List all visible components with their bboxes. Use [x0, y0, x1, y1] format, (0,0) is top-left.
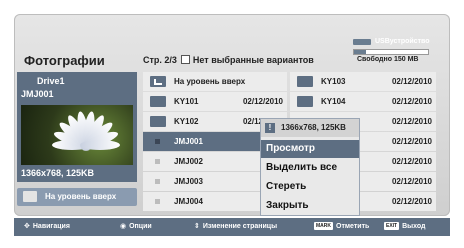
exit-key-icon: EXIT — [384, 222, 400, 230]
bottom-hint-bar: ✥ Навигация ◉ Опции ⇕ Изменение страницы MA… — [14, 218, 450, 236]
selection-status: Нет выбранные вариантов — [192, 55, 314, 65]
go-up-label: На уровень вверх — [45, 192, 117, 201]
grid-item-date: 02/12/2010 — [391, 97, 432, 106]
hint-page-change: ⇕ Изменение страницы — [194, 223, 278, 230]
checkbox-icon — [180, 55, 190, 64]
photo-icon — [155, 159, 160, 164]
mark-key-icon: MARK — [314, 222, 333, 230]
grid-item-name: KY101 — [174, 97, 199, 106]
grid-item-name: KY103 — [321, 77, 346, 86]
usb-icon — [353, 39, 371, 45]
usb-capacity-bar — [353, 49, 429, 55]
grid-item-date: 02/12/2010 — [391, 197, 432, 206]
folder-icon — [297, 76, 313, 87]
grid-item-date: 02/12/2010 — [391, 117, 432, 126]
page-icon: ⇕ — [194, 223, 200, 230]
go-up-button[interactable]: На уровень вверх — [17, 188, 137, 206]
grid-item-date: 02/12/2010 — [242, 97, 283, 106]
grid-item-name: На уровень вверх — [174, 77, 246, 86]
grid-item-name: JMJ002 — [174, 157, 203, 166]
folder-icon — [297, 96, 313, 107]
page-title: Фотографии — [24, 53, 105, 68]
photo-browser-screen: Фотографии Стр. 2/3 Нет выбранные вариант… — [0, 0, 464, 248]
grid-item[interactable]: На уровень вверх — [143, 72, 287, 91]
folder-icon — [150, 116, 166, 127]
grid-item-date: 02/12/2010 — [391, 137, 432, 146]
photo-icon — [155, 179, 160, 184]
dpad-icon: ✥ — [24, 223, 30, 230]
menu-item-view[interactable]: Просмотр — [261, 140, 359, 158]
folder-up-icon — [150, 76, 166, 87]
grid-item-name: KY102 — [174, 117, 199, 126]
grid-item-date: 02/12/2010 — [391, 177, 432, 186]
grid-item-name: JMJ004 — [174, 197, 203, 206]
usb-label: USBустройство — [375, 38, 430, 45]
hint-mark: MARK Отметить — [314, 222, 370, 230]
info-icon: ! — [265, 123, 275, 133]
hint-exit: EXIT Выход — [384, 222, 426, 230]
preview-pane: Drive1 JMJ001 1366x768, 125KB — [17, 72, 137, 182]
page-number: Стр. 2/3 — [143, 55, 177, 65]
current-item-name: JMJ001 — [21, 89, 54, 99]
grid-item[interactable]: KY104 02/12/2010 — [290, 92, 436, 111]
photo-icon — [155, 139, 160, 144]
ok-icon: ◉ — [120, 223, 127, 230]
page-indicator: Стр. 2/3 Нет выбранные вариантов — [143, 55, 314, 65]
hint-options: ◉ Опции — [120, 223, 152, 230]
folder-icon — [150, 96, 166, 107]
photo-icon — [155, 199, 160, 204]
grid-item-name: JMJ003 — [174, 177, 203, 186]
grid-item-date: 02/12/2010 — [391, 157, 432, 166]
grid-item[interactable]: KY101 02/12/2010 — [143, 92, 287, 111]
grid-item-name: JMJ001 — [174, 137, 203, 146]
grid-item[interactable]: KY103 02/12/2010 — [290, 72, 436, 91]
menu-item-select-all[interactable]: Выделить все — [261, 159, 359, 177]
context-menu-info: 1366x768, 125KB — [281, 123, 346, 132]
preview-thumbnail — [21, 105, 133, 165]
hint-navigation: ✥ Навигация — [24, 223, 70, 230]
context-menu: ! 1366x768, 125KB Просмотр Выделить все … — [260, 118, 360, 216]
grid-item-name: KY104 — [321, 97, 346, 106]
menu-item-close[interactable]: Закрыть — [261, 197, 359, 215]
grid-item-date: 02/12/2010 — [391, 77, 432, 86]
menu-item-delete[interactable]: Стереть — [261, 178, 359, 196]
usb-status: USBустройство Свободно 150 MB — [353, 38, 429, 66]
usb-capacity-fill — [354, 50, 366, 54]
drive-name: Drive1 — [37, 76, 65, 86]
folder-up-icon — [23, 191, 37, 202]
context-menu-header: ! 1366x768, 125KB — [261, 119, 359, 137]
preview-resolution: 1366x768, 125KB — [21, 168, 95, 178]
free-space-label: Свободно 150 MB — [357, 56, 419, 63]
flower-petal — [80, 140, 120, 150]
